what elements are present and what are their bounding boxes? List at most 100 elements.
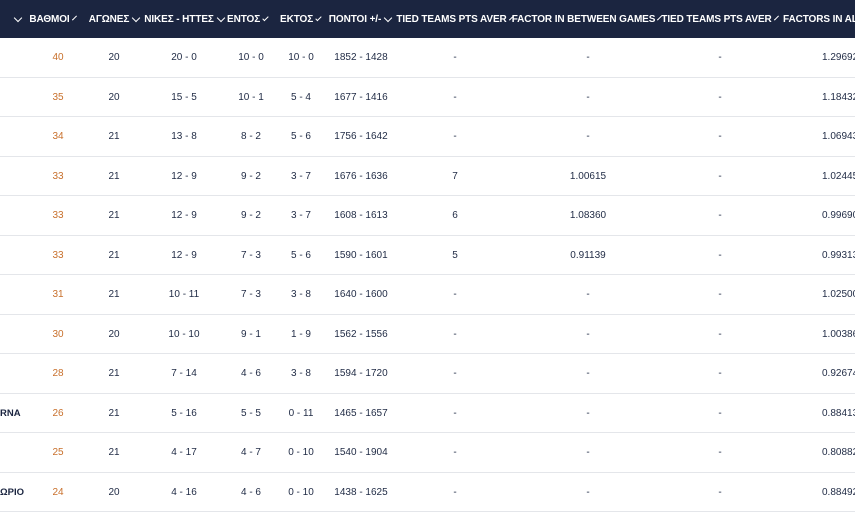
column-header-home[interactable]: ΕΝΤΟΣ	[227, 0, 269, 38]
cell-factor-all: 0.88492	[822, 486, 855, 498]
cell-points: 1852 - 1428	[334, 52, 388, 64]
table-row[interactable]: 28 21 7 - 14 4 - 63 - 8 1594 - 1720- - -0.9267…	[0, 354, 855, 394]
table-row[interactable]: ΩΡΙΟ 24 20 4 - 16 4 - 60 - 10 1438 - 1625- - -0…	[0, 473, 855, 512]
cell-factor-all: 0.80882	[822, 447, 855, 459]
cell-factor-games: -	[586, 131, 590, 143]
chevron-down-icon	[216, 13, 226, 22]
column-header-label: ΕΝΤΟΣ	[227, 13, 261, 25]
cell-tied-avg: -	[453, 486, 457, 498]
column-header-pts[interactable]: ΒΑΘΜΟΙ	[29, 0, 77, 38]
cell-factor-all: 1.29692	[822, 52, 855, 64]
cell-tied-avg2: -	[718, 368, 722, 380]
cell-factor-games: -	[586, 447, 590, 459]
cell-games: 20	[108, 486, 120, 498]
cell-tied-avg: -	[453, 328, 457, 340]
column-header-tied-avg2[interactable]: TIED TEAMS PTS AVER	[661, 0, 779, 38]
table-row[interactable]: 25 21 4 - 17 4 - 70 - 10 1540 - 1904- - -0.808…	[0, 433, 855, 473]
cell-tied-avg: -	[453, 289, 457, 301]
cell-tied-avg: -	[453, 91, 457, 103]
cell-games: 20	[108, 91, 120, 103]
cell-games: 21	[108, 131, 120, 143]
cell-games: 21	[108, 170, 120, 182]
cell-games: 21	[108, 249, 120, 261]
cell-factor-games: -	[586, 368, 590, 380]
cell-points: 1438 - 1625	[334, 486, 388, 498]
cell-games: 21	[108, 210, 120, 222]
chevron-down-icon	[262, 14, 269, 21]
column-header-label: ΕΚΤΟΣ	[280, 13, 314, 25]
cell-points: 1756 - 1642	[334, 131, 388, 143]
chevron-down-icon	[13, 13, 23, 22]
cell-factor-all: 0.99690	[822, 210, 855, 222]
table-row[interactable]: 34 21 13 - 88 - 25 - 6 1756 - 1642- - -1.0694…	[0, 117, 855, 157]
cell-tied-avg: 7	[452, 170, 458, 182]
cell-factor-games: 1.08360	[569, 210, 607, 222]
column-header-factor-all[interactable]: FACTORS IN ALL	[783, 0, 855, 38]
table-row[interactable]: RNA 26 21 5 - 16 5 - 50 - 11 1465 - 1657- - -0.…	[0, 394, 855, 433]
standings-table-body: 40 20 20 - 0 10 - 0 10 - 0 1852 - 1428- - -1.29…	[0, 38, 855, 512]
cell-tied-avg: -	[453, 52, 457, 64]
cell-points: 1676 - 1636	[334, 170, 388, 182]
cell-factor-all: 1.06943	[822, 131, 855, 143]
cell-games: 21	[108, 447, 120, 459]
cell-tied-avg2: -	[718, 289, 722, 301]
cell-games: 21	[108, 407, 120, 419]
column-header-label: ΝΙΚΕΣ - ΗΤΤΕΣ	[144, 13, 214, 25]
chevron-down-icon	[71, 15, 77, 20]
cell-tied-avg2: -	[718, 407, 722, 419]
table-row[interactable]: 30 20 10 - 10 9 - 11 - 9 1562 - 1556- - -1.003…	[0, 315, 855, 354]
cell-factor-games: -	[586, 91, 590, 103]
cell-factor-games: 1.00615	[569, 170, 607, 182]
column-header-tied-avg[interactable]: TIED TEAMS PTS AVER	[396, 0, 514, 38]
table-row[interactable]: 35 20 15 - 5 10 - 15 - 4 1677 - 1416- - -1.184…	[0, 78, 855, 117]
table-row[interactable]: 33 21 12 - 99 - 23 - 7 1608 - 1613 6 1.08360-…	[0, 196, 855, 236]
column-header-games[interactable]: ΑΓΩΝΕΣ	[87, 0, 141, 38]
cell-factor-games: -	[586, 289, 590, 301]
cell-tied-avg2: -	[718, 170, 722, 182]
cell-factor-games: 0.91139	[570, 249, 606, 261]
cell-tied-avg2: -	[718, 91, 722, 103]
cell-points: 1594 - 1720	[334, 368, 388, 380]
cell-points: 1640 - 1600	[334, 289, 388, 301]
cell-factor-all: 1.00386	[822, 328, 855, 340]
column-header-label: FACTOR IN BETWEEN GAMES	[511, 13, 656, 25]
table-row[interactable]: 33 21 12 - 99 - 23 - 7 1676 - 1636 7 1.00615-…	[0, 157, 855, 196]
cell-factor-games: -	[586, 328, 590, 340]
column-header-away[interactable]: ΕΚΤΟΣ	[280, 0, 322, 38]
column-header-label: ΑΓΩΝΕΣ	[88, 13, 130, 25]
cell-factor-all: 1.18432	[822, 91, 855, 103]
cell-games: 21	[108, 289, 120, 301]
cell-factor-all: 0.88413	[822, 407, 855, 419]
cell-tied-avg: -	[453, 131, 457, 143]
column-header-factor-games[interactable]: FACTOR IN BETWEEN GAMES	[512, 0, 663, 38]
cell-points: 1590 - 1601	[334, 249, 388, 261]
column-header-label: TIED TEAMS PTS AVER	[661, 13, 772, 25]
cell-games: 20	[108, 52, 120, 64]
cell-factor-all: 1.02500	[822, 289, 855, 301]
column-header-points[interactable]: ΠΟΝΤΟΙ +/-	[328, 0, 393, 38]
cell-tied-avg2: -	[718, 52, 722, 64]
chevron-down-icon	[132, 13, 141, 22]
cell-tied-avg: -	[453, 368, 457, 380]
cell-factor-games: -	[586, 52, 590, 64]
cell-points: 1677 - 1416	[334, 91, 388, 103]
column-header-label: TIED TEAMS PTS AVER	[396, 13, 507, 25]
cell-tied-avg2: -	[718, 131, 722, 143]
cell-tied-avg2: -	[718, 210, 722, 222]
column-header-label: ΠΟΝΤΟΙ +/-	[328, 13, 382, 25]
cell-factor-all: 1.02445	[822, 170, 855, 182]
cell-factor-games: -	[586, 486, 590, 498]
cell-tied-avg2: -	[718, 249, 722, 261]
table-row[interactable]: 31 21 10 - 11 7 - 33 - 8 1640 - 1600- - -1.025…	[0, 275, 855, 315]
table-row[interactable]: 40 20 20 - 0 10 - 0 10 - 0 1852 - 1428- - -1.29…	[0, 38, 855, 78]
cell-tied-avg2: -	[718, 486, 722, 498]
cell-games: 21	[108, 368, 120, 380]
cell-tied-avg2: -	[718, 447, 722, 459]
cell-factor-all: 0.92674	[822, 368, 855, 380]
cell-points: 1608 - 1613	[334, 210, 388, 222]
column-header-wl[interactable]: ΝΙΚΕΣ - ΗΤΤΕΣ	[143, 0, 226, 38]
cell-tied-avg: 6	[452, 210, 458, 222]
cell-points: 1465 - 1657	[334, 407, 388, 419]
table-row[interactable]: 33 21 12 - 97 - 35 - 6 1590 - 1601 5 0.91139-…	[0, 236, 855, 275]
cell-points: 1562 - 1556	[334, 328, 388, 340]
